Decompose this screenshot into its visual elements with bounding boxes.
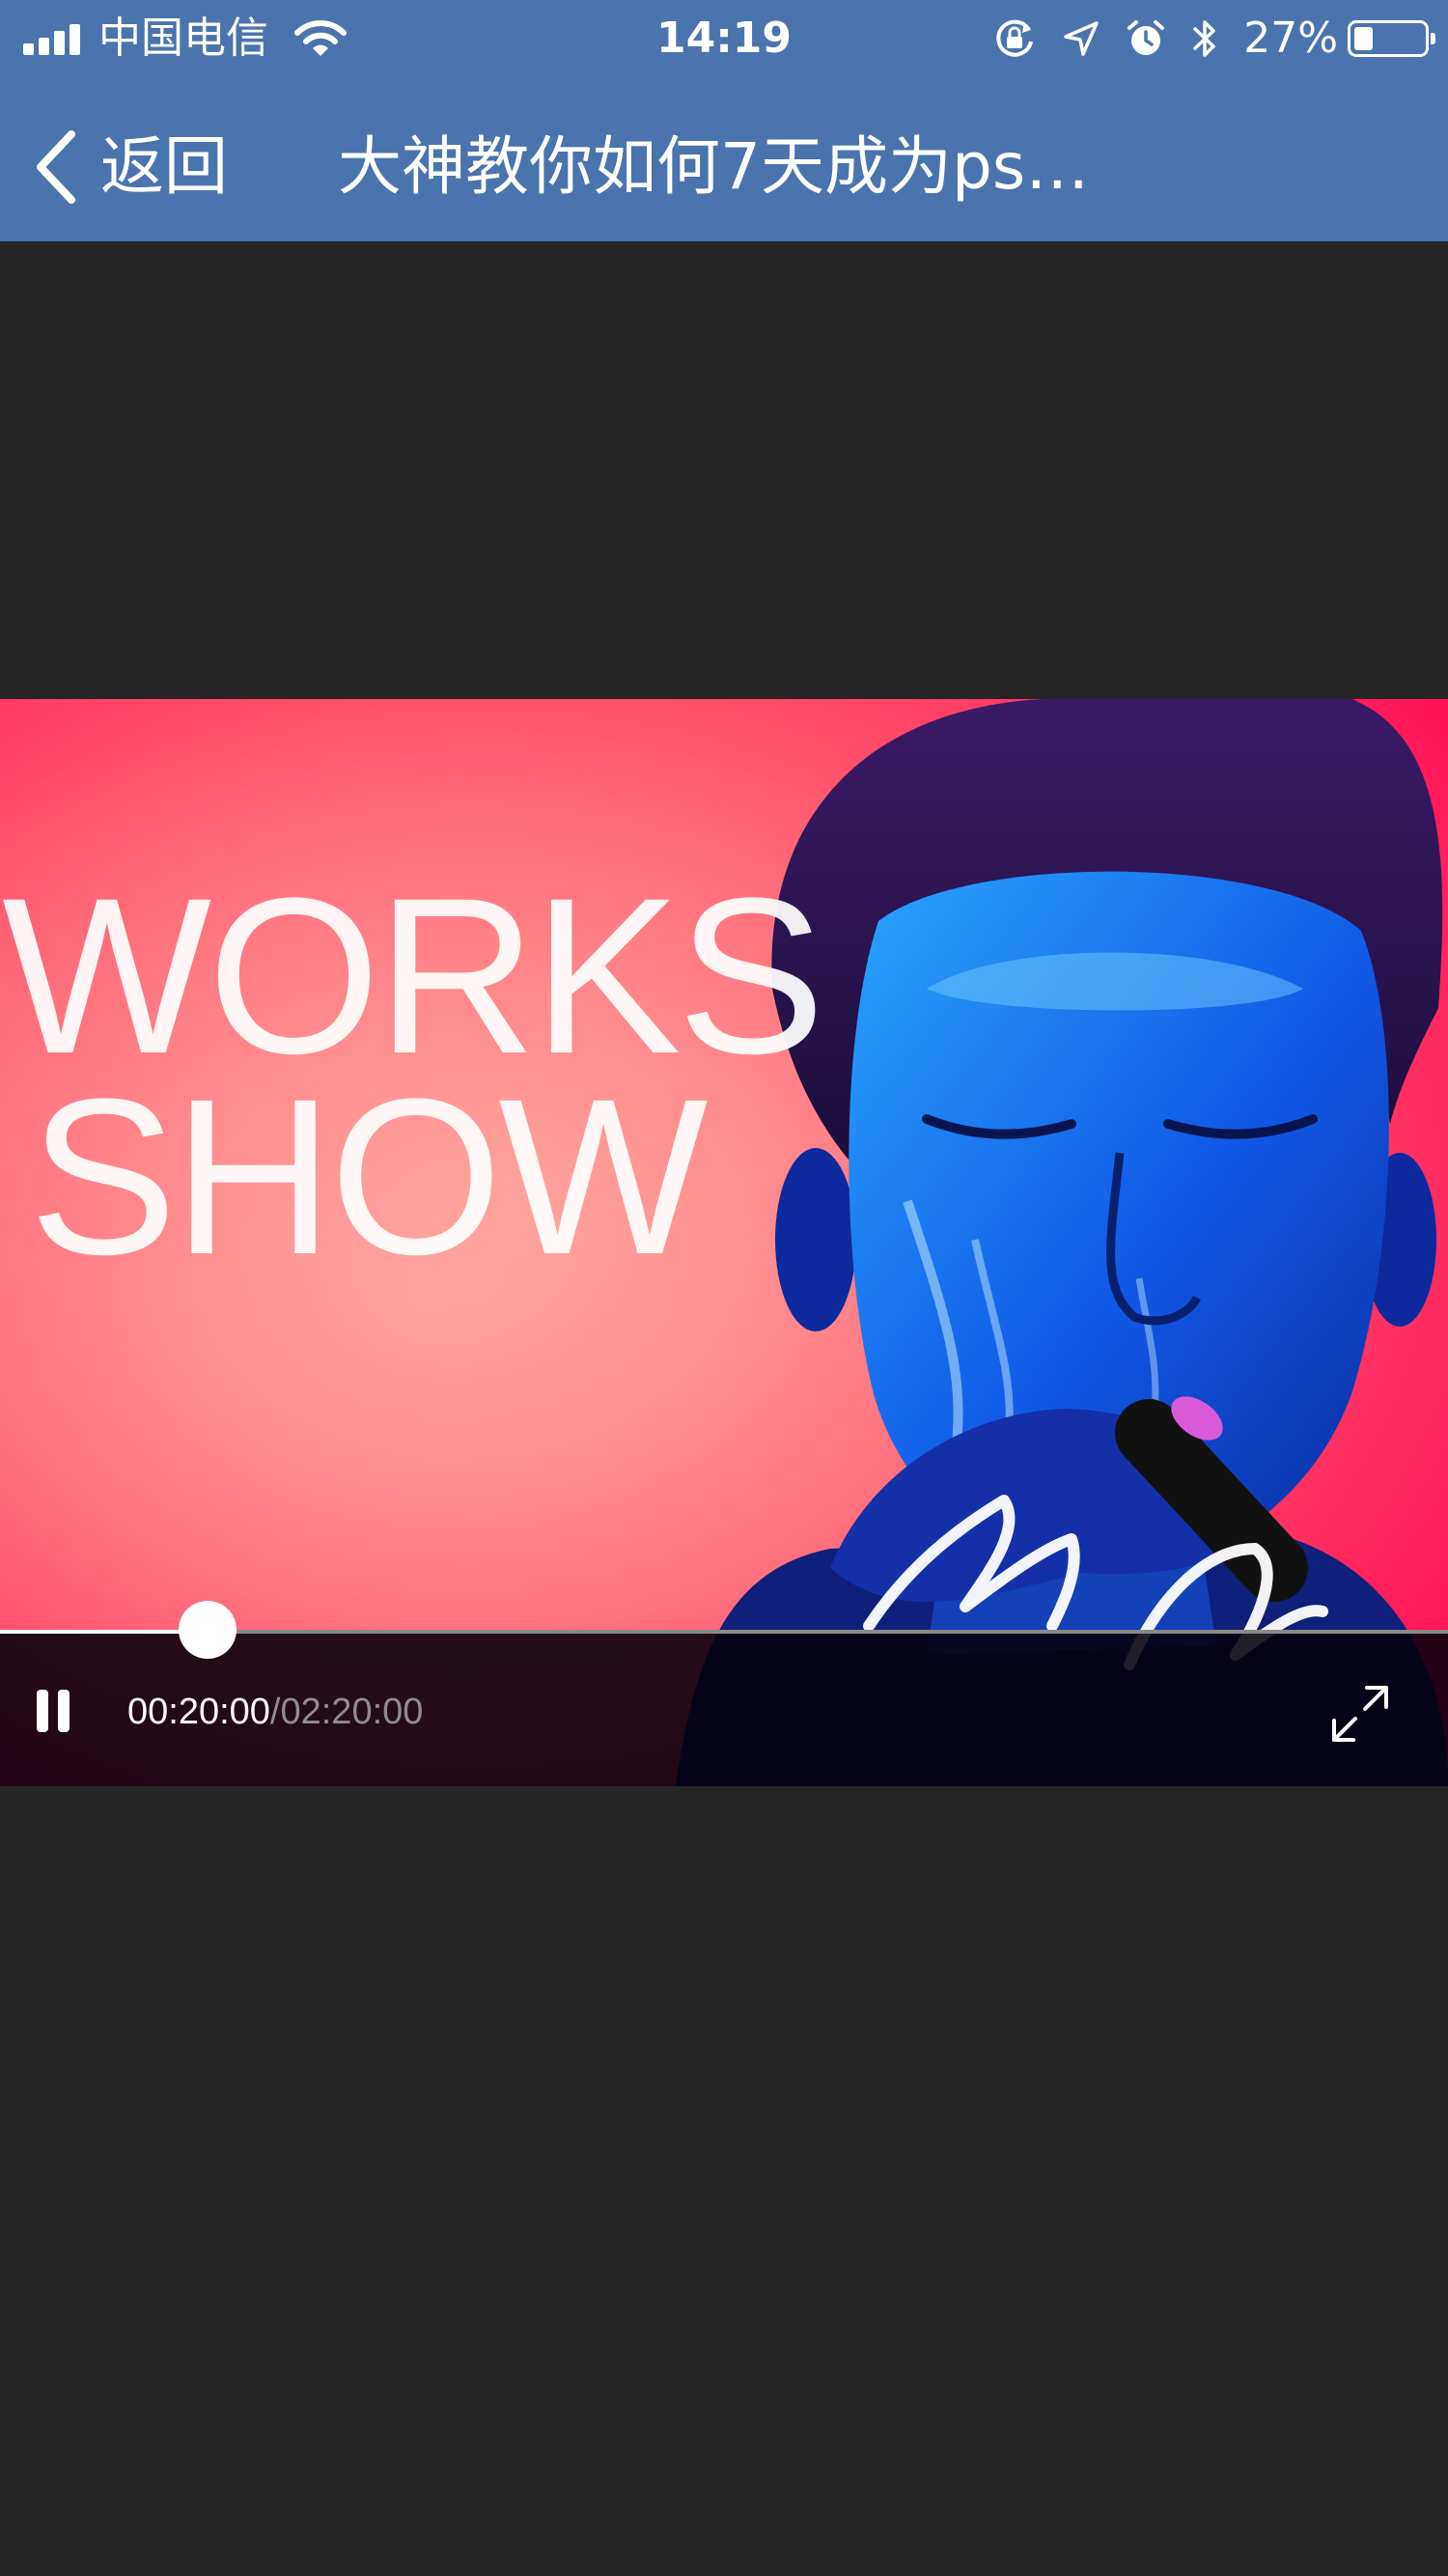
progress-thumb[interactable] (178, 1601, 237, 1659)
status-bar-right: 27% (967, 12, 1435, 66)
current-time: 00:20:00 (127, 1692, 270, 1732)
alarm-icon (1126, 18, 1166, 59)
signal-icon (23, 22, 85, 55)
poster-text-show: SHOW (29, 1052, 709, 1301)
location-icon (1062, 19, 1100, 58)
progress-bar[interactable] (0, 1601, 1448, 1659)
pause-icon (37, 1690, 48, 1732)
status-bar: 中国电信 14:19 27% (0, 0, 1448, 77)
battery-level (1354, 27, 1373, 50)
battery-percent: 27% (1243, 14, 1338, 63)
pause-button[interactable] (35, 1690, 73, 1736)
back-label: 返回 (100, 129, 228, 204)
top-bar: 中国电信 14:19 27% 返回 大神教你如何7天成为ps… (0, 0, 1448, 241)
battery-nub (1431, 33, 1435, 44)
bluetooth-icon (1191, 16, 1218, 61)
fullscreen-icon (1332, 1686, 1388, 1742)
wifi-icon (293, 19, 348, 58)
pause-icon-bar (58, 1690, 70, 1732)
page-title: 大神教你如何7天成为ps… (338, 129, 1090, 204)
fullscreen-button[interactable] (1328, 1682, 1392, 1746)
chevron-left-icon (37, 130, 75, 204)
back-button[interactable]: 返回 (33, 124, 228, 210)
video-player[interactable]: WORKS SHOW 00:20:00/02:20:00 (0, 699, 1448, 1786)
navigation-bar: 返回 大神教你如何7天成为ps… (0, 87, 1448, 241)
time-separator: / (269, 1692, 281, 1732)
rotation-lock-icon (992, 16, 1037, 61)
status-bar-left: 中国电信 (23, 12, 348, 66)
time-display: 00:20:00/02:20:00 (127, 1688, 423, 1736)
battery-icon (1348, 20, 1435, 57)
progress-played (0, 1630, 208, 1634)
carrier-name: 中国电信 (98, 14, 268, 63)
total-duration: 02:20:00 (280, 1692, 424, 1732)
